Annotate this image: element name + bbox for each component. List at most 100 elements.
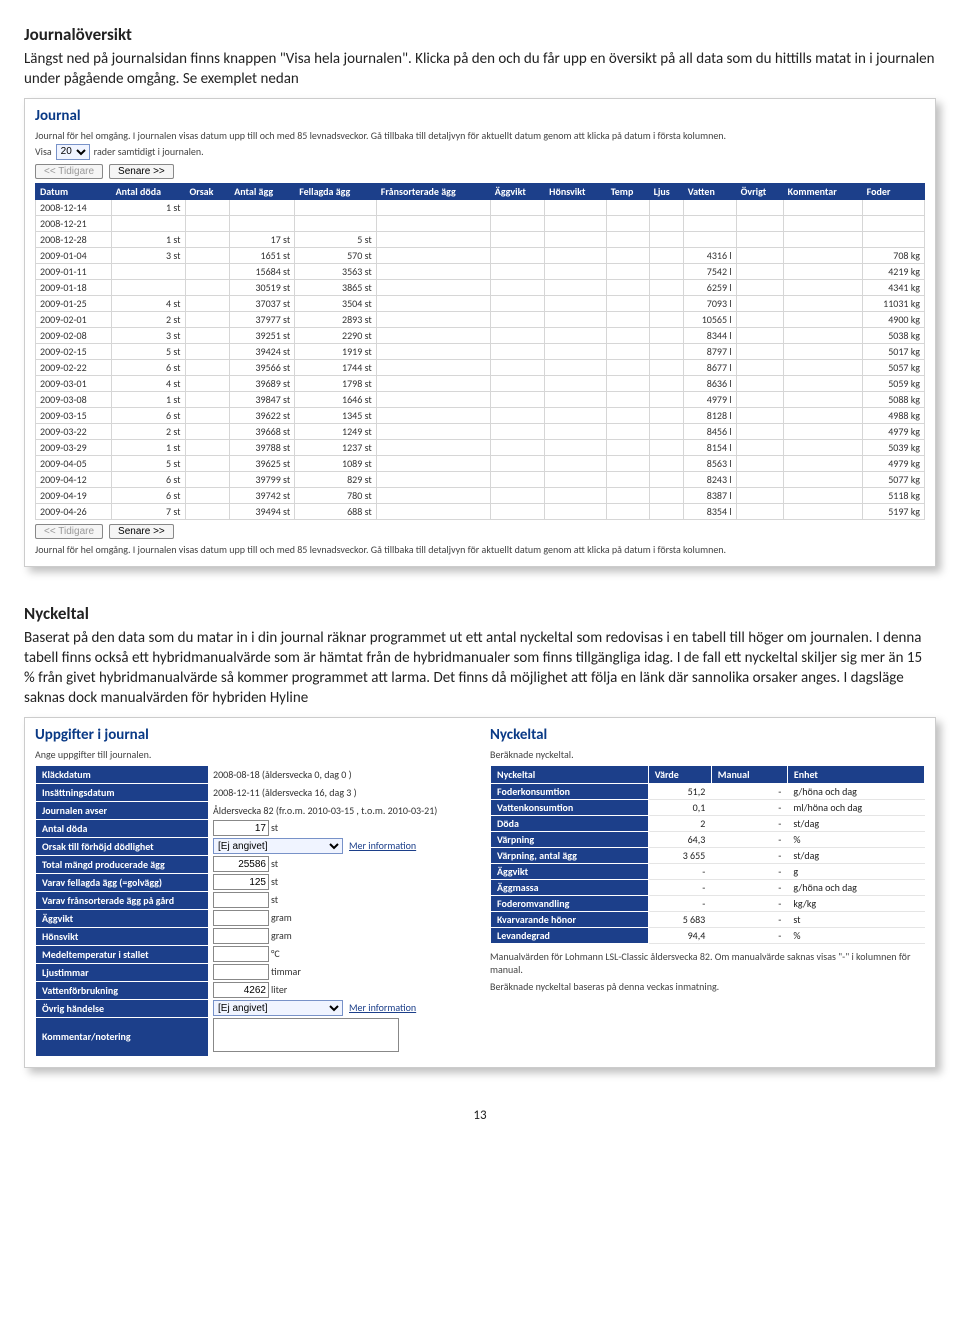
table-cell: 8354 l (683, 503, 736, 519)
table-cell (649, 295, 683, 311)
table-row: 2009-02-012 st37977 st2893 st10565 l4900… (36, 311, 925, 327)
form-select[interactable]: [Ej angivet] (213, 1000, 343, 1016)
table-cell (490, 375, 544, 391)
visa-suffix: rader samtidigt i journalen. (94, 145, 204, 158)
prev-button-top[interactable]: << Tidigare (35, 164, 103, 179)
form-input[interactable] (213, 910, 269, 926)
form-label: Ljustimmar (36, 963, 209, 981)
table-cell (736, 215, 783, 231)
form-value-cell: st (209, 873, 470, 891)
table-cell (606, 215, 649, 231)
table-cell: 5 st (111, 343, 185, 359)
table-row: 2009-04-055 st39625 st1089 st8563 l4979 … (36, 455, 925, 471)
form-input[interactable] (213, 892, 269, 908)
table-cell: 1919 st (295, 343, 377, 359)
table-cell (185, 231, 230, 247)
form-select[interactable]: [Ej angivet] (213, 838, 343, 854)
nyc-col: Manual (711, 765, 787, 783)
more-info-link[interactable]: Mer information (349, 1001, 416, 1014)
table-cell: 5057 kg (862, 359, 924, 375)
table-row: 2009-04-196 st39742 st780 st8387 l5118 k… (36, 487, 925, 503)
table-cell (736, 487, 783, 503)
table-cell (736, 279, 783, 295)
nyc-value: - (648, 895, 711, 911)
form-input[interactable] (213, 982, 269, 998)
table-cell: 7093 l (683, 295, 736, 311)
table-cell: 6 st (111, 407, 185, 423)
form-input[interactable] (213, 874, 269, 890)
table-cell: 2008-12-14 (36, 199, 112, 215)
table-cell: 829 st (295, 471, 377, 487)
table-cell (783, 215, 862, 231)
table-cell: 37037 st (230, 295, 295, 311)
form-row: Varav fellagda ägg (=golvägg)st (36, 873, 470, 891)
table-row: 2008-12-141 st (36, 199, 925, 215)
table-row: 2009-02-155 st39424 st1919 st8797 l5017 … (36, 343, 925, 359)
table-cell (683, 199, 736, 215)
table-row: 2009-03-081 st39847 st1646 st4979 l5088 … (36, 391, 925, 407)
table-cell: 1345 st (295, 407, 377, 423)
table-cell (783, 503, 862, 519)
table-cell: 1798 st (295, 375, 377, 391)
visa-rows-select[interactable]: 20 (56, 144, 90, 160)
form-label: Kommentar/notering (36, 1017, 209, 1056)
table-cell: 2009-04-05 (36, 455, 112, 471)
comment-textarea[interactable] (213, 1018, 399, 1052)
form-title: Uppgifter i journal (35, 726, 470, 744)
table-cell (545, 279, 607, 295)
table-cell (545, 423, 607, 439)
form-label: Kläckdatum (36, 765, 209, 783)
table-row: 2008-12-21 (36, 215, 925, 231)
nyc-manual: - (711, 911, 787, 927)
unit-label: °C (271, 947, 280, 960)
nyc-label: Foderomvandling (491, 895, 649, 911)
table-cell (683, 231, 736, 247)
form-row: Orsak till förhöjd dödlighet[Ej angivet]… (36, 837, 470, 855)
table-cell (376, 263, 490, 279)
table-cell: 2009-04-26 (36, 503, 112, 519)
journal-table: DatumAntal dödaOrsakAntal äggFellagda äg… (35, 183, 925, 520)
table-cell (185, 199, 230, 215)
nyc-row: Foderkonsumtion51,2-g/höna och dag (491, 783, 925, 799)
nyc-label: Döda (491, 815, 649, 831)
table-cell (490, 455, 544, 471)
table-cell (545, 375, 607, 391)
table-cell: 5197 kg (862, 503, 924, 519)
table-cell (783, 279, 862, 295)
table-cell (649, 375, 683, 391)
form-input[interactable] (213, 928, 269, 944)
table-cell (736, 375, 783, 391)
table-cell (376, 375, 490, 391)
table-cell: 39494 st (230, 503, 295, 519)
table-cell (649, 471, 683, 487)
table-cell: 1 st (111, 439, 185, 455)
table-cell: 2 st (111, 423, 185, 439)
form-input[interactable] (213, 856, 269, 872)
table-cell (376, 231, 490, 247)
form-input[interactable] (213, 946, 269, 962)
journal-col: Ljus (649, 183, 683, 199)
table-cell (185, 343, 230, 359)
nyc-manual: - (711, 815, 787, 831)
table-cell: 2009-01-25 (36, 295, 112, 311)
nyc-manual: - (711, 783, 787, 799)
table-cell (783, 471, 862, 487)
table-cell (490, 199, 544, 215)
form-label: Vattenförbrukning (36, 981, 209, 999)
table-cell (606, 439, 649, 455)
table-cell (606, 231, 649, 247)
table-cell: 1249 st (295, 423, 377, 439)
next-button-bottom[interactable]: Senare >> (109, 524, 174, 539)
table-cell (783, 247, 862, 263)
table-cell (545, 471, 607, 487)
journal-col: Hönsvikt (545, 183, 607, 199)
table-cell: 8344 l (683, 327, 736, 343)
more-info-link[interactable]: Mer information (349, 839, 416, 852)
prev-button-bottom[interactable]: << Tidigare (35, 524, 103, 539)
form-input[interactable] (213, 820, 269, 836)
form-input[interactable] (213, 964, 269, 980)
table-cell (649, 311, 683, 327)
next-button-top[interactable]: Senare >> (109, 164, 174, 179)
table-cell (736, 295, 783, 311)
table-cell: 2009-01-04 (36, 247, 112, 263)
